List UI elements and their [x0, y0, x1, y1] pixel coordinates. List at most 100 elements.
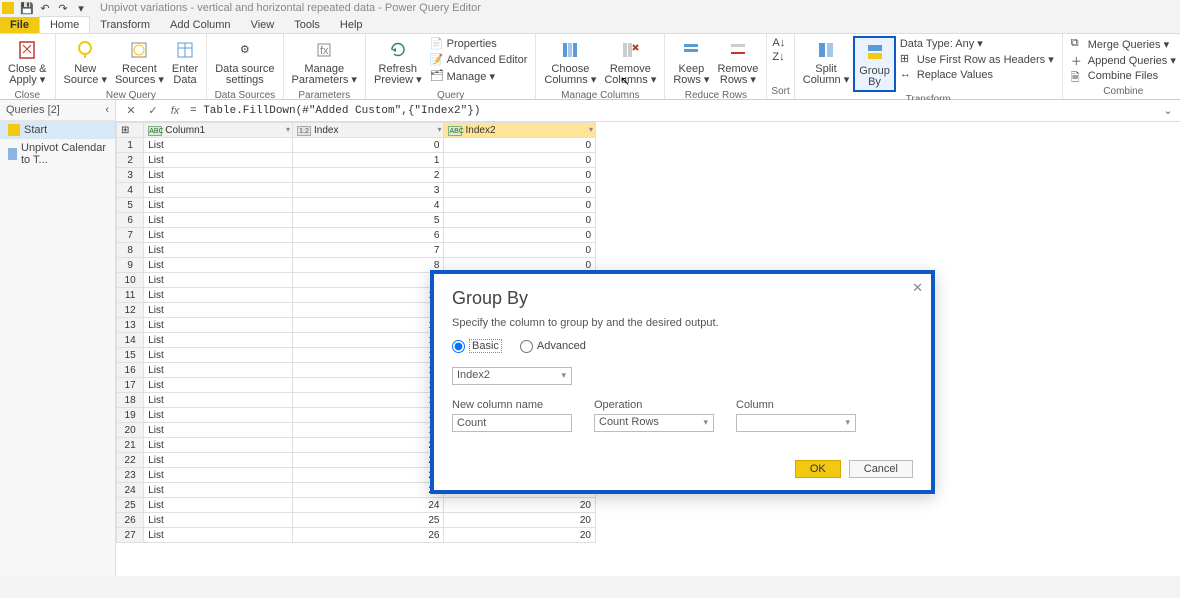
operation-label: Operation: [594, 399, 714, 411]
tab-help[interactable]: Help: [330, 17, 373, 33]
merge-queries-button[interactable]: ⧉Merge Queries ▾: [1067, 36, 1180, 52]
remove-rows-button[interactable]: Remove Rows ▾: [713, 36, 762, 88]
menu-bar: File Home Transform Add Column View Tool…: [0, 16, 1180, 34]
formula-input[interactable]: [186, 103, 1160, 119]
tab-transform[interactable]: Transform: [90, 17, 160, 33]
tab-tools[interactable]: Tools: [284, 17, 330, 33]
sort-asc-button[interactable]: A↓: [771, 36, 786, 50]
table-row[interactable]: 2List10: [117, 153, 596, 168]
qat-dropdown-icon[interactable]: ▾: [74, 1, 88, 15]
data-source-settings-button[interactable]: ⚙Data source settings: [211, 36, 278, 88]
combine-files-icon: 🗎: [1071, 69, 1085, 83]
recent-sources-button[interactable]: Recent Sources ▾: [111, 36, 168, 88]
table-row[interactable]: 4List30: [117, 183, 596, 198]
table-row[interactable]: 7List60: [117, 228, 596, 243]
close-icon[interactable]: ✕: [912, 280, 923, 296]
table-row[interactable]: 8List70: [117, 243, 596, 258]
manage-button[interactable]: 🗂Manage ▾: [426, 68, 532, 84]
new-source-icon: [73, 38, 97, 62]
advanced-editor-button[interactable]: 📝Advanced Editor: [426, 52, 532, 68]
dialog-title: Group By: [452, 288, 913, 309]
column-label: Column: [736, 399, 856, 411]
enter-data-icon: [173, 38, 197, 62]
formula-bar: ✕ ✓ fx ⌄: [116, 100, 1180, 122]
save-icon[interactable]: 💾: [20, 1, 34, 15]
app-icon: [2, 2, 14, 14]
combine-files-button[interactable]: 🗎Combine Files: [1067, 68, 1180, 84]
tab-view[interactable]: View: [241, 17, 285, 33]
column-dropdown-icon[interactable]: ▾: [589, 125, 593, 134]
ribbon: Close & Apply ▾ Close New Source ▾ Recen…: [0, 34, 1180, 100]
advanced-editor-icon: 📝: [430, 53, 444, 67]
collapse-icon[interactable]: ‹: [105, 104, 109, 116]
table-row[interactable]: 1List00: [117, 138, 596, 153]
cancel-button[interactable]: Cancel: [849, 460, 913, 478]
table-row[interactable]: 26List2520: [117, 513, 596, 528]
remove-columns-icon: [618, 38, 642, 62]
merge-icon: ⧉: [1071, 37, 1085, 51]
group-column-select[interactable]: Index2: [452, 367, 572, 385]
group-by-icon: [863, 40, 887, 64]
column-header[interactable]: ABCColumn1▾: [144, 123, 293, 138]
append-icon: ＋: [1071, 53, 1085, 67]
keep-rows-icon: [679, 38, 703, 62]
table-row[interactable]: 6List50: [117, 213, 596, 228]
query-start[interactable]: Start: [0, 121, 115, 139]
column-select[interactable]: [736, 414, 856, 432]
table-row[interactable]: 5List40: [117, 198, 596, 213]
column-header[interactable]: ABCIndex2▾: [444, 123, 596, 138]
radio-advanced[interactable]: Advanced: [520, 339, 586, 353]
sort-desc-icon: Z↓: [772, 51, 784, 63]
group-by-dialog: ✕ Group By Specify the column to group b…: [430, 270, 935, 494]
new-column-label: New column name: [452, 399, 572, 411]
tab-add-column[interactable]: Add Column: [160, 17, 241, 33]
keep-rows-button[interactable]: Keep Rows ▾: [669, 36, 713, 88]
replace-values-button[interactable]: ↔Replace Values: [896, 67, 1058, 83]
tab-file[interactable]: File: [0, 17, 39, 33]
column-header[interactable]: 1.2Index▾: [293, 123, 444, 138]
new-source-button[interactable]: New Source ▾: [60, 36, 111, 88]
close-apply-button[interactable]: Close & Apply ▾: [4, 36, 51, 88]
table-row[interactable]: 27List2620: [117, 528, 596, 543]
window-title: Unpivot variations - vertical and horizo…: [100, 2, 481, 14]
enter-data-button[interactable]: Enter Data: [168, 36, 202, 88]
group-by-button[interactable]: Group By: [853, 36, 896, 92]
radio-basic[interactable]: Basic: [452, 339, 502, 353]
remove-columns-button[interactable]: Remove Columns ▾: [600, 36, 660, 88]
query-unpivot[interactable]: Unpivot Calendar to T...: [0, 139, 115, 169]
table-icon: ⊞: [900, 52, 914, 66]
queries-header[interactable]: Queries [2]‹: [0, 100, 115, 121]
refresh-preview-button[interactable]: Refresh Preview ▾: [370, 36, 426, 88]
redo-icon[interactable]: ↷: [56, 1, 70, 15]
choose-columns-button[interactable]: Choose Columns ▾: [540, 36, 600, 88]
data-type-button[interactable]: Data Type: Any ▾: [896, 36, 1058, 51]
first-row-headers-button[interactable]: ⊞Use First Row as Headers ▾: [896, 51, 1058, 67]
split-column-icon: [814, 38, 838, 62]
refresh-icon: [386, 38, 410, 62]
dialog-description: Specify the column to group by and the d…: [452, 317, 913, 329]
accept-formula-icon[interactable]: ✓: [144, 102, 162, 120]
table-row[interactable]: 3List20: [117, 168, 596, 183]
fx-icon[interactable]: fx: [166, 102, 184, 120]
column-dropdown-icon[interactable]: ▾: [437, 125, 441, 134]
remove-rows-icon: [726, 38, 750, 62]
table-row[interactable]: 25List2420: [117, 498, 596, 513]
close-apply-icon: [15, 38, 39, 62]
table-corner[interactable]: ⊞: [117, 123, 144, 138]
split-column-button[interactable]: Split Column ▾: [799, 36, 853, 88]
cancel-formula-icon[interactable]: ✕: [122, 102, 140, 120]
sort-desc-button[interactable]: Z↓: [771, 50, 786, 64]
operation-select[interactable]: Count Rows: [594, 414, 714, 432]
properties-button[interactable]: 📄Properties: [426, 36, 532, 52]
manage-parameters-button[interactable]: fxManage Parameters ▾: [288, 36, 361, 88]
choose-columns-icon: [558, 38, 582, 62]
tab-home[interactable]: Home: [39, 16, 90, 33]
undo-icon[interactable]: ↶: [38, 1, 52, 15]
sort-asc-icon: A↓: [772, 37, 785, 49]
column-dropdown-icon[interactable]: ▾: [286, 125, 290, 134]
replace-icon: ↔: [900, 68, 914, 82]
ok-button[interactable]: OK: [795, 460, 841, 478]
new-column-input[interactable]: [452, 414, 572, 432]
append-queries-button[interactable]: ＋Append Queries ▾: [1067, 52, 1180, 68]
expand-formula-icon[interactable]: ⌄: [1160, 104, 1176, 117]
